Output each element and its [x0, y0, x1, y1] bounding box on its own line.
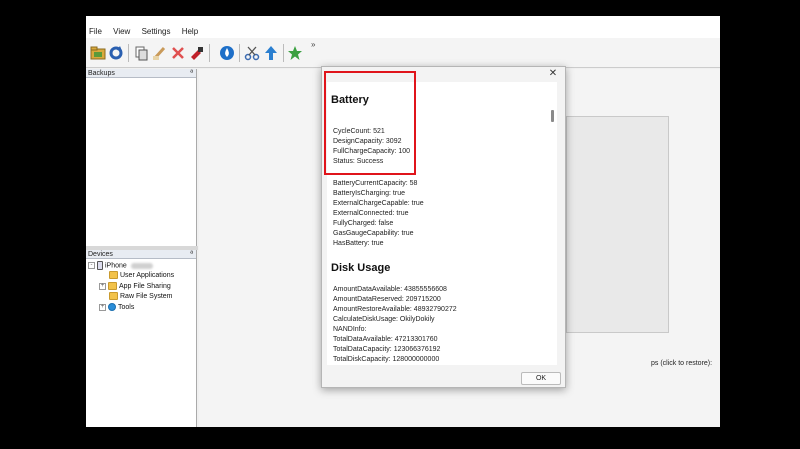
- refresh-icon[interactable]: [108, 45, 124, 61]
- restore-hint[interactable]: ps (click to restore):: [651, 360, 712, 367]
- phone-icon: [97, 261, 103, 270]
- scrollbar-thumb[interactable]: [551, 110, 554, 122]
- menu-view[interactable]: View: [113, 26, 130, 38]
- window-title: [86, 16, 720, 26]
- tree-item-tools[interactable]: + Tools: [99, 303, 134, 313]
- ok-button[interactable]: OK: [521, 372, 561, 385]
- star-icon[interactable]: [287, 45, 303, 61]
- open-folder-icon[interactable]: [90, 45, 106, 61]
- tree-item-label: Tools: [118, 304, 135, 311]
- menu-bar: File View Settings Help: [86, 26, 720, 38]
- expand-icon[interactable]: +: [99, 303, 106, 311]
- info-line: AmountDataReserved: 209715200: [333, 296, 441, 303]
- backups-panel: Backups ª: [86, 69, 197, 246]
- toolbar-separator: [283, 44, 284, 62]
- info-line: BatteryIsCharging: true: [333, 190, 405, 197]
- tree-item-iphone[interactable]: - iPhone: [88, 261, 153, 271]
- tree-item-user-applications[interactable]: User Applications: [109, 271, 174, 281]
- toolbar-separator: [128, 44, 129, 62]
- pin-icon[interactable]: ª: [190, 250, 193, 259]
- expand-icon[interactable]: +: [99, 282, 106, 290]
- folder-icon: [109, 292, 118, 301]
- delete-icon[interactable]: [170, 45, 186, 61]
- menu-settings[interactable]: Settings: [142, 26, 171, 38]
- devices-title: Devices: [88, 251, 113, 258]
- tool-red-icon[interactable]: [189, 45, 205, 61]
- folder-icon: [108, 282, 117, 291]
- water-drop-icon[interactable]: [219, 45, 235, 61]
- toolbar-overflow-chevron[interactable]: »: [311, 40, 315, 49]
- collapse-icon[interactable]: -: [88, 262, 95, 269]
- clean-icon[interactable]: [152, 45, 168, 61]
- toolbar-separator: [209, 44, 210, 62]
- disk-usage-section-title: Disk Usage: [331, 262, 391, 274]
- info-line: HasBattery: true: [333, 240, 384, 247]
- menu-help[interactable]: Help: [182, 26, 198, 38]
- info-line: GasGaugeCapability: true: [333, 230, 414, 237]
- info-line: TotalDataCapacity: 123066376192: [333, 346, 441, 353]
- info-line: ExternalChargeCapable: true: [333, 200, 424, 207]
- menu-file[interactable]: File: [89, 26, 102, 38]
- redacted-device-name: [130, 262, 153, 269]
- tools-icon: [108, 303, 116, 312]
- backups-title: Backups: [88, 70, 115, 77]
- content-panel: [566, 116, 669, 333]
- tree-item-label: Raw File System: [120, 293, 173, 300]
- scissors-icon[interactable]: [244, 45, 260, 61]
- backups-header: Backups ª: [86, 69, 196, 78]
- tree-item-label: App File Sharing: [119, 283, 171, 290]
- toolbar-separator: [239, 44, 240, 62]
- info-line: AmountRestoreAvailable: 48932790272: [333, 306, 457, 313]
- tree-item-app-file-sharing[interactable]: + App File Sharing: [99, 282, 171, 292]
- info-line: ExternalConnected: true: [333, 210, 409, 217]
- info-line: BatteryCurrentCapacity: 58: [333, 180, 418, 187]
- battery-highlight-box: [324, 71, 416, 175]
- devices-panel: Devices ª - iPhone User Applications + App…: [86, 250, 197, 427]
- info-line: CalculateDiskUsage: OkilyDokily: [333, 316, 435, 323]
- tree-item-raw-file-system[interactable]: Raw File System: [109, 292, 173, 302]
- info-line: TotalDataAvailable: 47213301760: [333, 336, 438, 343]
- info-line: TotalDiskCapacity: 128000000000: [333, 356, 440, 363]
- info-line: FullyCharged: false: [333, 220, 394, 227]
- info-line: NANDInfo:: [333, 326, 367, 333]
- folder-icon: [109, 271, 118, 280]
- upload-arrow-icon[interactable]: [263, 45, 279, 61]
- toolbar: »: [86, 38, 720, 68]
- copy-icon[interactable]: [133, 45, 149, 61]
- tree-item-label: iPhone: [105, 262, 127, 270]
- devices-header: Devices ª: [86, 250, 196, 259]
- close-icon[interactable]: ✕: [547, 68, 559, 80]
- tree-item-label: User Applications: [120, 272, 175, 279]
- info-line: AmountDataAvailable: 43855556608: [333, 286, 447, 293]
- pin-icon[interactable]: ª: [190, 69, 193, 78]
